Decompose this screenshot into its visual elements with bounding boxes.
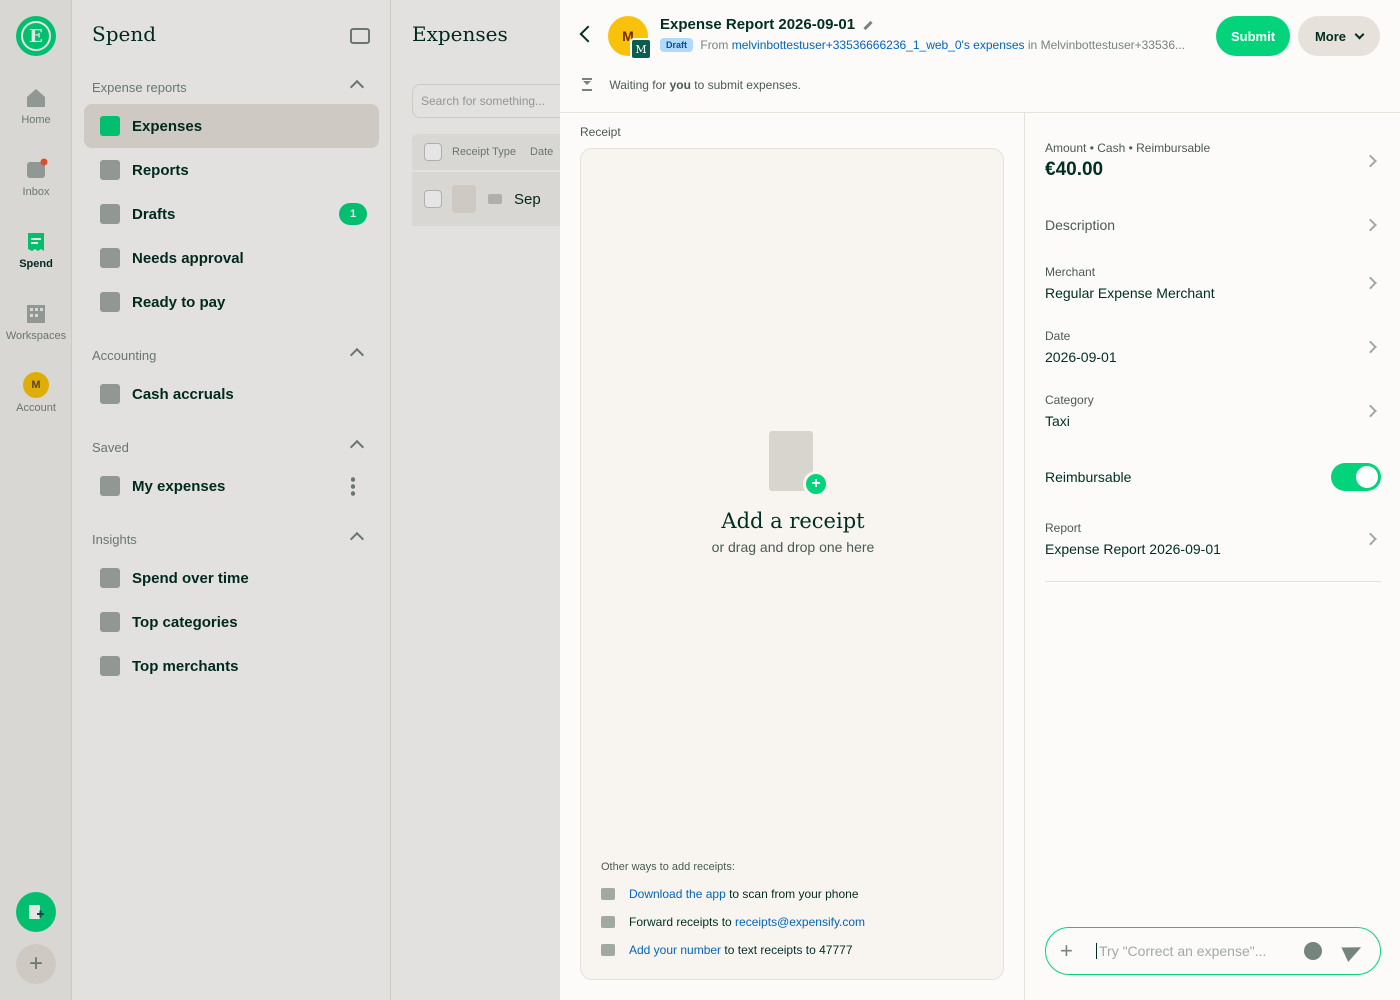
- back-arrow-icon[interactable]: [579, 25, 597, 43]
- chat-bubbles-icon: [601, 944, 615, 956]
- amount-value: €40.00: [1045, 159, 1104, 180]
- more-button[interactable]: More: [1298, 16, 1380, 56]
- modal-backdrop[interactable]: [0, 0, 560, 1000]
- way-download-app: Download the app to scan from your phone: [601, 887, 859, 901]
- next-step-message: Waiting for you to submit expenses.: [582, 78, 801, 92]
- workspace-avatar: M: [630, 38, 652, 60]
- merchant-field[interactable]: Merchant Regular Expense Merchant: [1045, 265, 1381, 301]
- drag-drop-hint: or drag and drop one here: [711, 539, 875, 555]
- workspace-name[interactable]: Melvinbottestuser+33536...: [1041, 38, 1185, 52]
- send-icon[interactable]: [1341, 939, 1365, 963]
- amount-field[interactable]: Amount • Cash • Reimbursable €40.00: [1045, 141, 1381, 181]
- reimbursable-toggle[interactable]: [1331, 463, 1381, 491]
- receipt-label: Receipt: [580, 125, 621, 139]
- date-field[interactable]: Date 2026-09-01: [1045, 329, 1381, 365]
- hourglass-icon: [582, 78, 592, 91]
- plus-icon: +: [803, 471, 829, 497]
- way-text-receipts: Add your number to text receipts to 4777…: [601, 943, 853, 957]
- download-icon: [601, 888, 615, 900]
- category-field[interactable]: Category Taxi: [1045, 393, 1381, 429]
- other-ways-label: Other ways to add receipts:: [601, 861, 735, 873]
- reimbursable-field: Reimbursable: [1045, 463, 1381, 491]
- composer-input[interactable]: Try "Correct an expense"...: [1096, 943, 1266, 959]
- report-header: M M Expense Report 2026-09-01 Draft From…: [560, 0, 1400, 113]
- status-badge: Draft: [660, 38, 694, 52]
- chevron-down-icon: [1354, 29, 1365, 39]
- pencil-icon: [863, 20, 873, 30]
- chat-composer[interactable]: + Try "Correct an expense"...: [1045, 927, 1381, 975]
- mail-icon: [601, 916, 615, 928]
- receipts-email-link[interactable]: receipts@expensify.com: [735, 915, 865, 929]
- plus-icon[interactable]: +: [1060, 940, 1073, 962]
- expense-detail-panel: M M Expense Report 2026-09-01 Draft From…: [560, 0, 1400, 1000]
- owner-expenses-link[interactable]: melvinbottestuser+33536666236_1_web_0's …: [732, 38, 1025, 52]
- add-receipt-title: Add a receipt: [721, 509, 865, 533]
- report-title[interactable]: Expense Report 2026-09-01: [660, 16, 873, 33]
- way-forward-email: Forward receipts to receipts@expensify.c…: [601, 915, 865, 929]
- add-number-link[interactable]: Add your number: [629, 943, 721, 957]
- description-field[interactable]: Description: [1045, 217, 1381, 233]
- receipt-icon: +: [769, 431, 829, 497]
- submit-button[interactable]: Submit: [1216, 16, 1290, 56]
- receipt-dropzone[interactable]: + Add a receipt or drag and drop one her…: [580, 148, 1004, 980]
- divider: [1045, 581, 1381, 582]
- download-app-link[interactable]: Download the app: [629, 887, 726, 901]
- emoji-icon[interactable]: [1304, 942, 1322, 960]
- report-field[interactable]: Report Expense Report 2026-09-01: [1045, 521, 1381, 557]
- report-from-line: Draft From melvinbottestuser+33536666236…: [660, 38, 1208, 52]
- expense-fields: Amount • Cash • Reimbursable €40.00 Desc…: [1024, 113, 1400, 1000]
